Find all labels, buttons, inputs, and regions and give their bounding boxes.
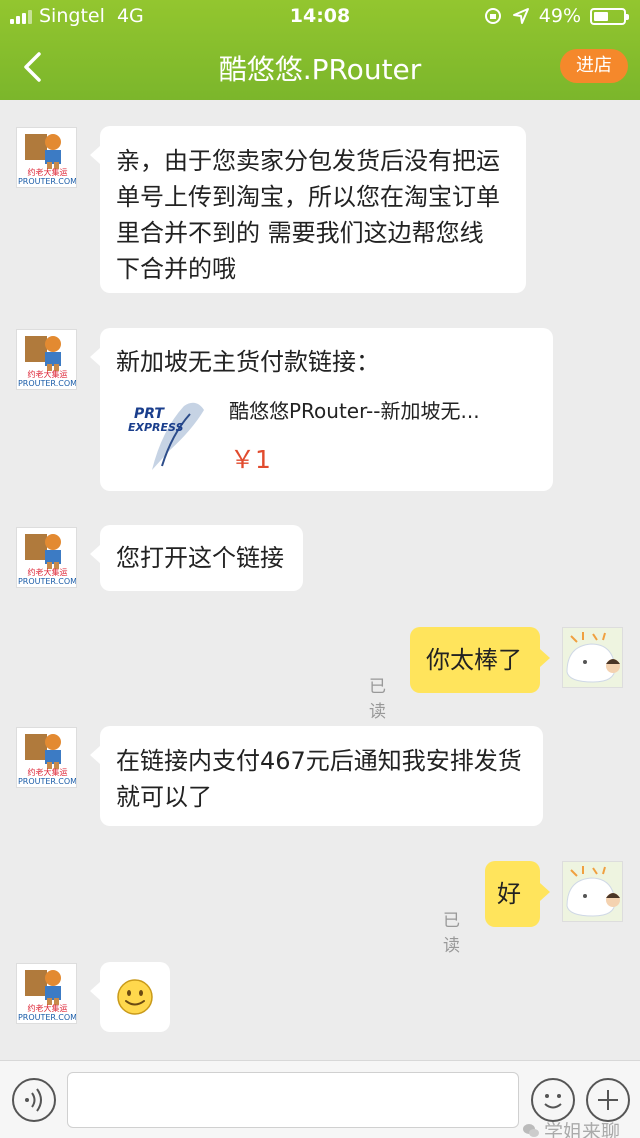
- avatar[interactable]: 约老大集运 PROUTER.COM: [16, 329, 77, 390]
- avatar[interactable]: 约老大集运 PROUTER.COM: [16, 727, 77, 788]
- avatar[interactable]: [562, 861, 623, 922]
- avatar[interactable]: 约老大集运 PROUTER.COM: [16, 127, 77, 188]
- message-line: 亲，由于您卖家分包发货后没有把运: [116, 147, 500, 175]
- battery-percent: 49%: [538, 5, 581, 27]
- message-line: 就可以了: [116, 783, 212, 811]
- avatar-caption: 约老大集运 PROUTER.COM: [17, 168, 77, 186]
- avatar-caption: 约老大集运 PROUTER.COM: [17, 568, 77, 586]
- status-bar: Singtel 4G 14:08 49%: [0, 0, 640, 34]
- emoji-icon[interactable]: [531, 1078, 575, 1122]
- avatar-caption: 约老大集运 PROUTER.COM: [17, 370, 77, 388]
- avatar[interactable]: 约老大集运 PROUTER.COM: [16, 963, 77, 1024]
- message-bubble[interactable]: [90, 962, 170, 1032]
- link-card-price: ￥1: [230, 445, 271, 474]
- thumbnail-logo-bottom: EXPRESS: [128, 421, 184, 434]
- link-card-bubble[interactable]: 新加坡无主货付款链接： PRT EXPRESS 酷悠悠PRouter--新加坡无…: [90, 328, 553, 491]
- location-icon: [512, 8, 529, 24]
- battery-icon: [590, 7, 629, 25]
- link-card-thumbnail: PRT EXPRESS: [122, 390, 214, 472]
- chat-title: 酷悠悠.PRouter: [218, 53, 422, 86]
- avatar[interactable]: 约老大集运 PROUTER.COM: [16, 527, 77, 588]
- plus-icon[interactable]: [586, 1078, 630, 1122]
- message-line: 下合并的哦: [116, 255, 236, 283]
- message-line: 在链接内支付467元后通知我安排发货: [116, 747, 522, 775]
- watermark: 学姐来聊: [522, 1117, 620, 1138]
- message-line: 单号上传到淘宝，所以您在淘宝订单: [116, 183, 500, 211]
- read-status: 已读: [443, 911, 460, 956]
- smile-emoji-icon: [117, 979, 153, 1015]
- chat-header: Singtel 4G 14:08 49% 酷悠悠.PRouter 进店: [0, 0, 640, 100]
- message-line: 你太棒了: [426, 646, 522, 674]
- read-status: 已读: [369, 677, 386, 722]
- message-bubble[interactable]: 在链接内支付467元后通知我安排发货 就可以了: [90, 726, 543, 826]
- own-message-bubble[interactable]: 你太棒了: [410, 627, 550, 693]
- message-bubble[interactable]: 亲，由于您卖家分包发货后没有把运 单号上传到淘宝，所以您在淘宝订单 里合并不到的…: [90, 126, 526, 293]
- message-line: 里合并不到的 需要我们这边帮您线: [116, 219, 484, 247]
- message-line: 您打开这个链接: [116, 544, 284, 572]
- avatar-caption: 约老大集运 PROUTER.COM: [17, 1004, 77, 1022]
- wechat-icon: [523, 1123, 539, 1137]
- avatar-caption: 约老大集运 PROUTER.COM: [17, 768, 77, 786]
- watermark-text: 学姐来聊: [544, 1121, 621, 1138]
- link-card-text: 新加坡无主货付款链接：: [116, 348, 380, 376]
- message-input[interactable]: [67, 1072, 519, 1128]
- message-line: 好: [497, 880, 521, 908]
- message-bubble[interactable]: 您打开这个链接: [90, 525, 303, 591]
- orientation-lock-icon: [484, 8, 501, 24]
- own-message-bubble[interactable]: 好: [485, 861, 550, 927]
- link-card-title: 酷悠悠PRouter--新加坡无...: [229, 399, 480, 423]
- voice-icon[interactable]: [12, 1078, 56, 1122]
- enter-shop-button[interactable]: 进店: [560, 49, 628, 83]
- avatar[interactable]: [562, 627, 623, 688]
